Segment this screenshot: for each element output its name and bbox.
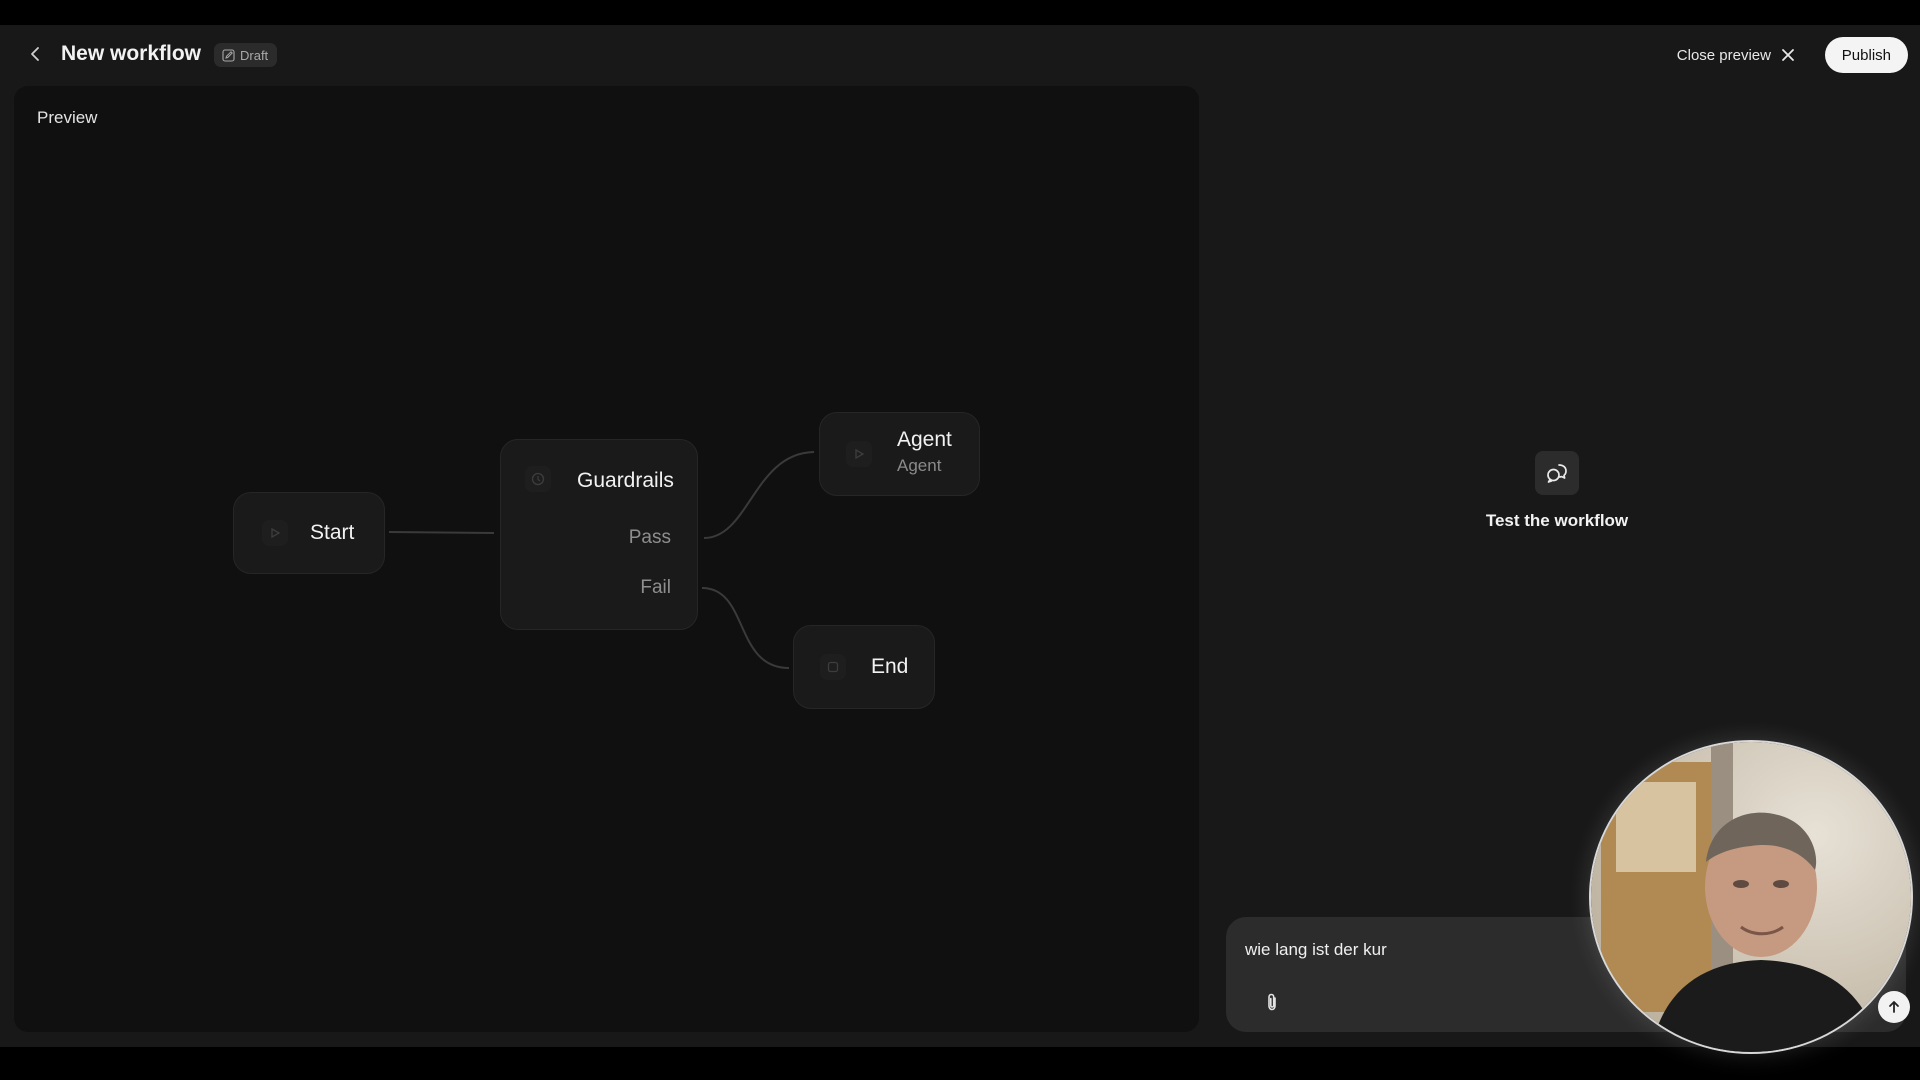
attach-button[interactable] [1260, 990, 1284, 1014]
edge-guardrails-fail-end [701, 587, 790, 669]
agent-node[interactable]: Agent Agent [819, 412, 980, 496]
agent-node-subtitle: Agent [897, 456, 942, 475]
shield-icon [531, 472, 545, 486]
play-icon-box [262, 520, 288, 546]
branch-fail: Fail [640, 577, 671, 598]
stop-icon-box [820, 654, 846, 680]
close-icon [1782, 49, 1794, 61]
send-button[interactable] [1878, 991, 1910, 1023]
start-node-title: Start [310, 521, 355, 544]
end-node[interactable]: End [793, 625, 935, 709]
branch-pass: Pass [628, 527, 671, 548]
draft-badge-label: Draft [240, 47, 269, 63]
presenter-video-image [1591, 742, 1911, 1052]
paperclip-icon [1268, 993, 1276, 1011]
workflow-title[interactable]: New workflow [61, 42, 201, 66]
draft-badge: Draft [214, 43, 278, 67]
test-icon-box [1535, 451, 1579, 495]
guardrails-node[interactable]: Guardrails Pass Fail [500, 439, 698, 630]
edge-start-guardrails [388, 531, 495, 534]
stop-icon [827, 661, 839, 673]
guardrails-node-title: Guardrails [577, 469, 674, 492]
agent-node-title: Agent [897, 428, 952, 451]
publish-button[interactable]: Publish [1824, 37, 1908, 73]
play-icon [271, 527, 281, 539]
header: New workflow Draft Close preview Publish [0, 25, 1920, 85]
end-node-title: End [871, 655, 909, 678]
agent-icon-box [846, 441, 872, 467]
webcam-overlay [1589, 740, 1913, 1054]
close-preview-label: Close preview [1676, 46, 1771, 64]
chevron-left-icon [31, 47, 39, 61]
back-button[interactable] [24, 43, 46, 65]
preview-canvas[interactable]: Preview Start Guardrails Pass Fail Agent… [14, 86, 1199, 1032]
pencil-icon [222, 48, 235, 62]
start-node[interactable]: Start [233, 492, 385, 574]
chat-bubbles-icon [1547, 464, 1567, 483]
test-workflow-title: Test the workflow [1485, 511, 1629, 530]
edge-guardrails-pass-agent [703, 451, 815, 539]
send-arrow-icon [1889, 1001, 1899, 1013]
close-preview-button[interactable]: Close preview [1677, 42, 1795, 68]
shield-icon-box [525, 466, 551, 492]
play-icon [855, 448, 865, 460]
